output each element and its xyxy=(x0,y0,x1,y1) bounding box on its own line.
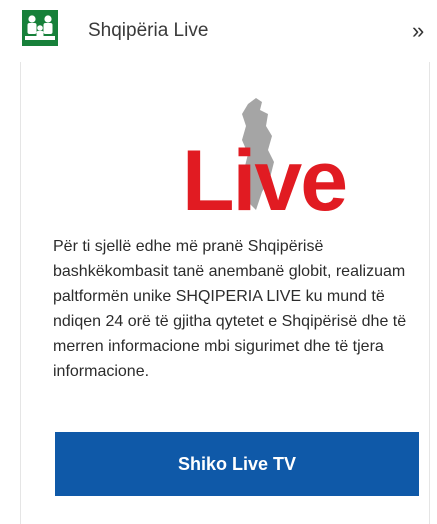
logo-text: Live xyxy=(182,133,346,222)
app-title: Shqipëria Live xyxy=(88,20,209,41)
watch-live-tv-button[interactable]: Shiko Live TV xyxy=(55,432,419,496)
header-bar: Shqipëria Live » xyxy=(0,0,437,62)
family-icon xyxy=(22,10,58,46)
double-chevron-right-icon[interactable]: » xyxy=(412,18,424,44)
live-logo: Live xyxy=(176,92,356,229)
description-text: Për ti sjellë edhe më pranë Shqipërisë b… xyxy=(53,238,407,380)
content-card: Live Për ti sjellë edhe më pranë Shqipër… xyxy=(20,62,430,524)
